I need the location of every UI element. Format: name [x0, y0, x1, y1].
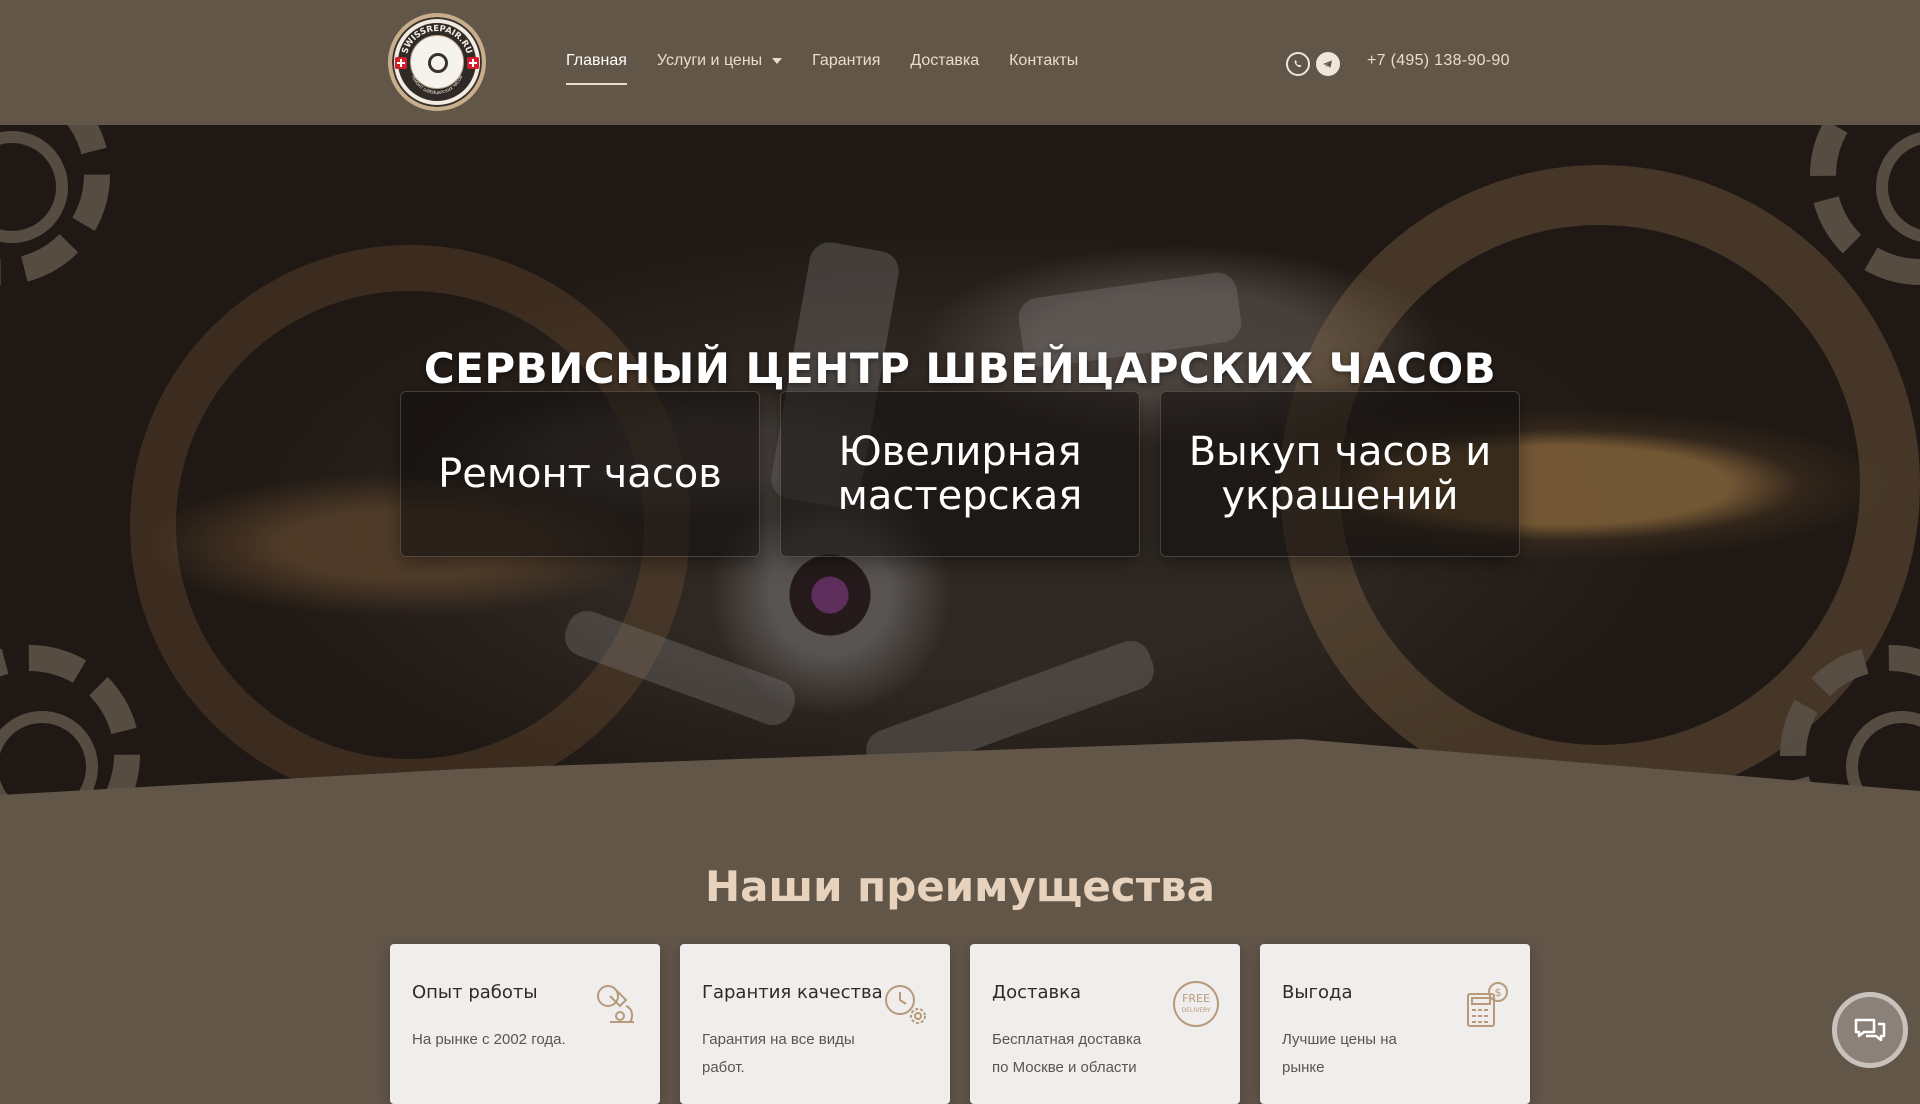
logo-text: SWISSREPAIR.RU РЕМОНТ ШВЕЙЦАРСКИХ ЧАСОВ — [400, 24, 473, 95]
chevron-down-icon — [772, 57, 783, 64]
nav-item-home[interactable]: Главная — [566, 52, 627, 85]
clock-gear-icon — [885, 985, 926, 1024]
calculator-dollar-icon: $ — [1467, 982, 1508, 1027]
service-card-jewelry[interactable]: Ювелирная мастерская — [780, 391, 1140, 557]
hero-wave-divider — [0, 739, 1920, 805]
advantage-text: Гарантия на все виды работ. — [702, 1031, 855, 1076]
nav-item-delivery[interactable]: Доставка — [910, 52, 979, 70]
advantage-title: Выгода — [1282, 982, 1353, 1003]
phone-link[interactable]: +7 (495) 138-90-90 — [1367, 52, 1510, 70]
social-links — [1286, 52, 1340, 76]
chat-icon — [1854, 1018, 1886, 1042]
chat-widget-button[interactable] — [1832, 992, 1908, 1068]
microscope-icon — [597, 985, 634, 1023]
site-logo[interactable]: SWISSREPAIR.RU РЕМОНТ ШВЕЙЦАРСКИХ ЧАСОВ — [388, 13, 486, 111]
svg-text:FREE: FREE — [1182, 992, 1210, 1005]
hero-title: СЕРВИСНЫЙ ЦЕНТР ШВЕЙЦАРСКИХ ЧАСОВ — [423, 344, 1497, 394]
service-card-label: Выкуп часов и украшений — [1188, 429, 1492, 519]
nav-item-services[interactable]: Услуги и цены — [656, 52, 783, 70]
main-nav: Главная Услуги и цены Гарантия Доставка … — [566, 52, 1108, 85]
advantage-text: Лучшие цены на рынке — [1282, 1031, 1397, 1076]
advantages-title: Наши преимущества — [705, 861, 1215, 911]
nav-item-warranty[interactable]: Гарантия — [812, 52, 880, 70]
svg-text:DELIVERY: DELIVERY — [1182, 1007, 1211, 1014]
advantage-title: Доставка — [992, 982, 1081, 1003]
whatsapp-icon[interactable] — [1286, 52, 1310, 76]
telegram-icon[interactable] — [1316, 52, 1340, 76]
advantage-text: Бесплатная доставка по Москве и области — [992, 1031, 1142, 1076]
advantage-card-benefit: Выгода Лучшие цены на рынке $ — [1260, 944, 1530, 1104]
svg-text:РЕМОНТ ШВЕЙЦАРСКИХ ЧАСОВ: РЕМОНТ ШВЕЙЦАРСКИХ ЧАСОВ — [411, 74, 464, 95]
service-card-label: Ювелирная мастерская — [837, 429, 1083, 519]
advantage-card-experience: Опыт работы На рынке с 2002 года. — [390, 944, 660, 1104]
nav-item-services-label: Услуги и цены — [656, 52, 763, 69]
advantage-text: На рынке с 2002 года. — [412, 1031, 566, 1048]
site-header: SWISSREPAIR.RU РЕМОНТ ШВЕЙЦАРСКИХ ЧАСОВ … — [0, 0, 1920, 125]
service-card-watch-repair[interactable]: Ремонт часов — [400, 391, 760, 557]
service-card-label: Ремонт часов — [438, 451, 722, 497]
advantage-card-quality: Гарантия качества Гарантия на все виды р… — [680, 944, 950, 1104]
advantage-card-delivery: Доставка Бесплатная доставка по Москве и… — [970, 944, 1240, 1104]
free-delivery-icon: FREE DELIVERY — [1173, 981, 1219, 1027]
svg-text:$: $ — [1495, 986, 1502, 999]
advantage-title: Опыт работы — [412, 982, 538, 1003]
nav-item-contacts[interactable]: Контакты — [1009, 52, 1078, 70]
advantage-title: Гарантия качества — [702, 982, 883, 1003]
svg-text:SWISSREPAIR.RU: SWISSREPAIR.RU — [400, 24, 473, 55]
service-card-buyback[interactable]: Выкуп часов и украшений — [1160, 391, 1520, 557]
